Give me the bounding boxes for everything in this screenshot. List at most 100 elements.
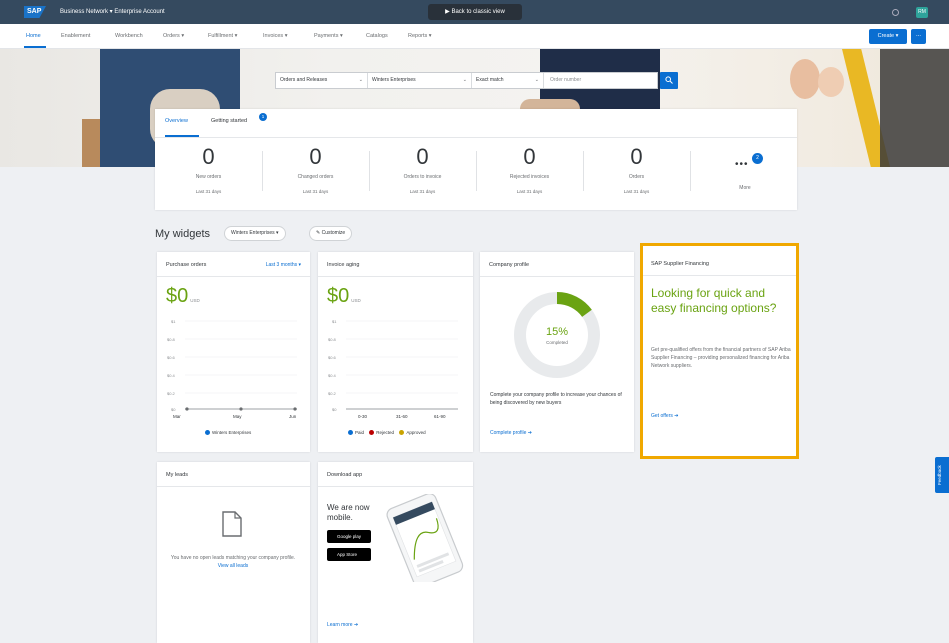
more-actions-button[interactable]: ...	[911, 29, 926, 44]
svg-text:$0.2: $0.2	[167, 391, 176, 396]
search-icon	[665, 76, 673, 84]
help-icon[interactable]	[892, 9, 899, 16]
x-tick: 31-60	[396, 414, 408, 419]
hero-lamp	[818, 67, 844, 97]
divider	[643, 275, 796, 276]
divider	[318, 486, 473, 487]
nav-active-indicator	[24, 46, 46, 48]
getting-started-badge: 1	[259, 113, 267, 121]
document-type-value: Orders and Releases	[280, 77, 328, 83]
nav-fulfillment[interactable]: Fulfillment ▾	[208, 33, 237, 39]
widgets-title: My widgets	[155, 228, 211, 240]
customer-select[interactable]: Winters Enterprises ⌄	[368, 73, 472, 88]
invoice-aging-chart: $1 $0.8 $0.6 $0.4 $0.2 $0	[328, 319, 458, 412]
legend-label: Paid	[355, 430, 365, 435]
nav-home[interactable]: Home	[26, 33, 41, 39]
stat-period: Last 31 days	[195, 189, 222, 194]
complete-profile-link[interactable]: Complete profile ➔	[490, 430, 532, 436]
svg-text:$0.8: $0.8	[167, 337, 176, 342]
currency: USD	[351, 298, 361, 303]
more-dots-icon[interactable]: •••	[735, 159, 749, 170]
nav-invoices[interactable]: Invoices ▾	[263, 33, 287, 39]
app-headline: We are now mobile.	[327, 503, 370, 522]
create-button[interactable]: Create ▾	[869, 29, 907, 44]
document-icon	[222, 511, 242, 537]
leads-empty-text: You have no open leads matching your com…	[165, 554, 301, 570]
stat-label: Rejected invoices	[509, 174, 550, 180]
divider	[480, 276, 634, 277]
hero-lamp	[790, 59, 820, 99]
svg-text:$0.4: $0.4	[328, 373, 337, 378]
nav-workbench[interactable]: Workbench	[115, 33, 143, 39]
customize-button[interactable]: ✎ Customize	[309, 226, 353, 241]
chevron-down-icon: ⌄	[462, 77, 467, 83]
nav-enablement[interactable]: Enablement	[61, 33, 90, 39]
x-tick: 61-90	[434, 414, 446, 419]
stat-orders[interactable]: 0 Orders Last 31 days	[583, 145, 690, 205]
nav-orders[interactable]: Orders ▾	[163, 33, 184, 39]
stat-label: Orders	[628, 174, 645, 180]
feedback-label: Feedback	[937, 465, 942, 485]
stat-new-orders[interactable]: 0 New orders Last 31 days	[155, 145, 262, 205]
search-input[interactable]: Order number	[544, 73, 657, 88]
stat-changed-orders[interactable]: 0 Changed orders Last 31 days	[262, 145, 369, 205]
legend-label: Approved	[406, 430, 426, 435]
card-title: My leads	[166, 472, 189, 478]
hero-dark-panel	[880, 49, 949, 167]
total-amount: $0 USD	[166, 285, 200, 308]
more-badge: 2	[752, 153, 763, 164]
svg-text:$0.2: $0.2	[328, 391, 337, 396]
stat-label: New orders	[195, 174, 222, 180]
card-title: Invoice aging	[327, 262, 360, 268]
invoice-aging-widget: Invoice aging $0 USD $1 $0.8 $0.6 $0.4 $0.2 $0…	[318, 252, 473, 452]
feedback-tab[interactable]: Feedback	[935, 457, 949, 493]
shell-bar: SAP Business Network ▾ Enterprise Accoun…	[0, 0, 949, 24]
nav-payments[interactable]: Payments ▾	[314, 33, 343, 39]
stat-orders-to-invoice[interactable]: 0 Orders to invoice Last 31 days	[369, 145, 476, 205]
main-nav: Home Enablement Workbench Orders ▾ Fulfi…	[0, 24, 949, 49]
get-offers-link[interactable]: Get offers ➔	[651, 413, 678, 419]
learn-more-link[interactable]: Learn more ➔	[327, 622, 358, 628]
back-to-classic-button[interactable]: ▶ Back to classic view	[428, 4, 522, 20]
svg-text:$0.4: $0.4	[167, 373, 176, 378]
view-all-leads-link[interactable]: View all leads	[218, 563, 248, 569]
nav-reports[interactable]: Reports ▾	[408, 33, 432, 39]
card-title: Company profile	[489, 262, 530, 268]
currency: USD	[190, 298, 200, 303]
search-bar: Orders and Releases ⌄ Winters Enterprises…	[275, 72, 658, 89]
range-dropdown[interactable]: Last 3 months ▾	[266, 262, 301, 268]
stat-rejected-invoices[interactable]: 0 Rejected invoices Last 31 days	[476, 145, 583, 205]
app-store-button[interactable]: App Store	[327, 548, 371, 561]
completion-percent: 15%	[545, 326, 569, 338]
divider	[318, 276, 473, 277]
google-play-label: Google play	[337, 534, 362, 539]
chevron-down-icon: ⌄	[358, 77, 363, 83]
divider	[157, 276, 310, 277]
stat-period: Last 31 days	[516, 189, 543, 194]
divider	[690, 151, 691, 191]
sap-logo[interactable]: SAP	[24, 6, 46, 18]
stat-period: Last 31 days	[623, 189, 650, 194]
search-button[interactable]	[660, 72, 678, 89]
stat-value: 0	[416, 144, 429, 169]
google-play-button[interactable]: Google play	[327, 530, 371, 543]
tab-getting-started[interactable]: Getting started	[211, 118, 247, 124]
purchase-orders-chart: $1 $0.8 $0.6 $0.4 $0.2 $0	[167, 319, 297, 412]
shell-title[interactable]: Business Network ▾ Enterprise Account	[60, 8, 165, 15]
customer-filter-dropdown[interactable]: Winters Enterprises ▾	[224, 226, 286, 241]
match-select[interactable]: Exact match ⌄	[472, 73, 544, 88]
my-leads-widget: My leads	[157, 462, 310, 643]
x-tick: Mar	[173, 414, 181, 419]
more-label[interactable]: More	[730, 185, 760, 191]
stat-label: Orders to invoice	[403, 174, 442, 180]
tab-overview[interactable]: Overview	[165, 118, 188, 124]
nav-catalogs[interactable]: Catalogs	[366, 33, 388, 39]
legend-dot	[399, 430, 405, 436]
x-tick: May	[233, 414, 242, 419]
legend-label: Winters Enterprises	[212, 430, 252, 435]
avatar[interactable]: RM	[916, 7, 928, 18]
card-title: Purchase orders	[166, 262, 207, 268]
customer-value: Winters Enterprises	[372, 77, 416, 83]
company-profile-widget: Company profile 15% Completed Complete y…	[480, 252, 634, 452]
document-type-select[interactable]: Orders and Releases ⌄	[276, 73, 368, 88]
